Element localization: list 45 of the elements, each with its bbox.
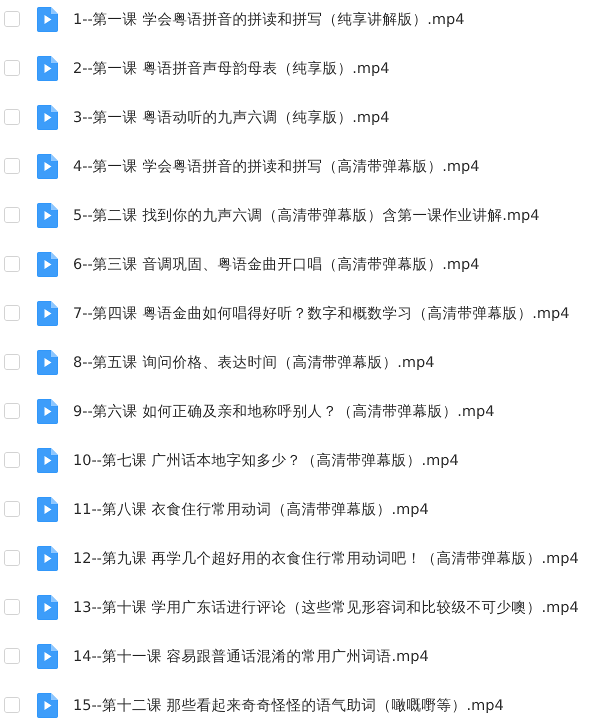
file-name[interactable]: 6--第三课 音调巩固、粤语金曲开口唱（高清带弹幕版）.mp4 bbox=[73, 254, 480, 274]
checkbox[interactable] bbox=[4, 501, 20, 517]
video-file-icon bbox=[37, 300, 58, 326]
video-file-icon bbox=[37, 398, 58, 424]
video-file-icon bbox=[37, 104, 58, 130]
video-file-icon bbox=[37, 350, 58, 374]
file-name[interactable]: 15--第十二课 那些看起来奇奇怪怪的语气助词（噉嘅嘢等）.mp4 bbox=[73, 696, 504, 714]
video-file-icon bbox=[37, 546, 58, 570]
video-file-icon bbox=[37, 202, 58, 228]
checkbox[interactable] bbox=[4, 599, 20, 615]
file-name[interactable]: 1--第一课 学会粤语拼音的拼读和拼写（纯享讲解版）.mp4 bbox=[73, 10, 464, 28]
checkbox[interactable] bbox=[4, 158, 20, 174]
checkbox[interactable] bbox=[4, 697, 20, 713]
file-name[interactable]: 13--第十课 学用广东话进行评论（这些常见形容词和比较级不可少噢）.mp4 bbox=[73, 598, 579, 616]
checkbox[interactable] bbox=[4, 60, 20, 76]
file-name[interactable]: 5--第二课 找到你的九声六调（高清带弹幕版）含第一课作业讲解.mp4 bbox=[73, 206, 540, 224]
checkbox[interactable] bbox=[4, 109, 20, 125]
video-file-icon bbox=[37, 448, 58, 472]
checkbox[interactable] bbox=[4, 11, 20, 27]
checkbox[interactable] bbox=[4, 305, 20, 321]
video-file-icon bbox=[37, 644, 58, 668]
file-name[interactable]: 9--第六课 如何正确及亲和地称呼别人？（高清带弹幕版）.mp4 bbox=[73, 402, 494, 420]
file-name[interactable]: 3--第一课 粤语动听的九声六调（纯享版）.mp4 bbox=[73, 108, 390, 126]
checkbox[interactable] bbox=[4, 550, 20, 566]
checkbox[interactable] bbox=[4, 648, 20, 664]
checkbox[interactable] bbox=[4, 256, 20, 272]
video-file-icon bbox=[37, 594, 58, 620]
file-name[interactable]: 7--第四课 粤语金曲如何唱得好听？数字和概数学习（高清带弹幕版）.mp4 bbox=[73, 304, 570, 322]
file-name[interactable]: 10--第七课 广州话本地字知多少？（高清带弹幕版）.mp4 bbox=[73, 450, 459, 470]
video-file-icon bbox=[37, 154, 58, 178]
file-name[interactable]: 4--第一课 学会粤语拼音的拼读和拼写（高清带弹幕版）.mp4 bbox=[73, 156, 480, 176]
video-file-icon bbox=[37, 6, 58, 32]
file-name[interactable]: 12--第九课 再学几个超好用的衣食住行常用动词吧！（高清带弹幕版）.mp4 bbox=[73, 548, 579, 568]
video-file-icon bbox=[37, 692, 58, 718]
video-file-icon bbox=[37, 252, 58, 276]
checkbox[interactable] bbox=[4, 354, 20, 370]
video-file-icon bbox=[37, 56, 58, 80]
file-name[interactable]: 14--第十一课 容易跟普通话混淆的常用广州词语.mp4 bbox=[73, 646, 429, 666]
checkbox[interactable] bbox=[4, 403, 20, 419]
video-file-icon bbox=[37, 496, 58, 522]
checkbox[interactable] bbox=[4, 452, 20, 468]
checkbox[interactable] bbox=[4, 207, 20, 223]
file-name[interactable]: 2--第一课 粤语拼音声母韵母表（纯享版）.mp4 bbox=[73, 58, 390, 78]
file-name[interactable]: 8--第五课 询问价格、表达时间（高清带弹幕版）.mp4 bbox=[73, 352, 434, 372]
file-name[interactable]: 11--第八课 衣食住行常用动词（高清带弹幕版）.mp4 bbox=[73, 500, 429, 518]
